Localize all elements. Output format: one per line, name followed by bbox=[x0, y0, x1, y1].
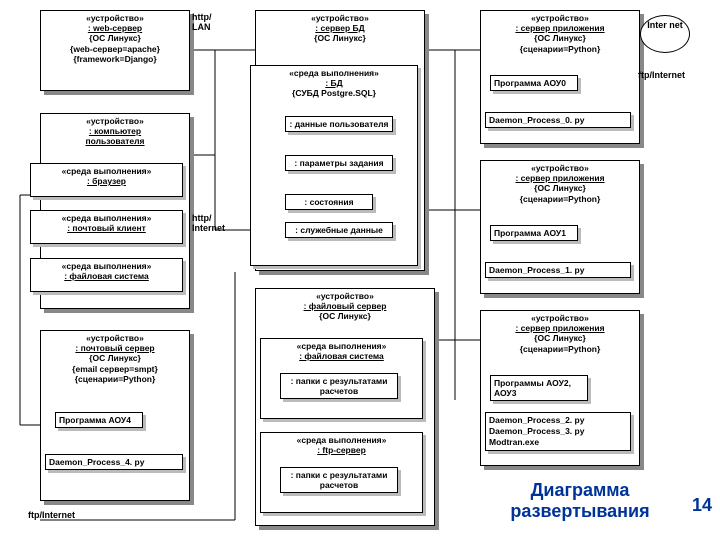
db-env-name: : БД bbox=[325, 78, 342, 88]
prog-aou4-label: Программа АОУ4 bbox=[59, 415, 131, 425]
file-name: : файловый сервер bbox=[304, 301, 387, 311]
db-name: : сервер БД bbox=[315, 23, 364, 33]
user-fs-name: : файловая система bbox=[64, 271, 149, 281]
ftp-internet-label-1: ftp/Internet bbox=[638, 70, 685, 80]
mail-name: : почтовый сервер bbox=[75, 343, 154, 353]
db-art2: : параметры задания bbox=[285, 155, 393, 171]
browser-env: «среда выполнения» : браузер bbox=[30, 163, 183, 197]
file-art1: : папки с результатами расчетов bbox=[280, 373, 398, 399]
db-env-stereo: «среда выполнения» bbox=[254, 68, 414, 78]
db-art3-t: : состояния bbox=[304, 197, 353, 207]
modtran-t: Modtran.exe bbox=[489, 437, 627, 448]
file-fs-name: : файловая система bbox=[299, 351, 384, 361]
page-number: 14 bbox=[692, 495, 712, 516]
daemon4: Daemon_Process_4. py bbox=[45, 454, 183, 470]
web-stereo: «устройство» bbox=[45, 13, 185, 23]
daemon1: Daemon_Process_1. py bbox=[485, 262, 631, 278]
file-ftp-name: : ftp-сервер bbox=[317, 445, 366, 455]
prog-aou23-t: Программы АОУ2, АОУ3 bbox=[494, 378, 571, 398]
mailclient-name: : почтовый клиент bbox=[67, 223, 146, 233]
file-stereo: «устройство» bbox=[260, 291, 430, 301]
prog-aou0: Программа АОУ0 bbox=[490, 75, 578, 91]
file-art2: : папки с результатами расчетов bbox=[280, 467, 398, 493]
diagram-title: Диаграмма развертывания bbox=[480, 480, 680, 522]
internet-label: Inter net bbox=[647, 20, 683, 30]
prog-aou4: Программа АОУ4 bbox=[55, 412, 143, 428]
mail-stereo: «устройство» bbox=[45, 333, 185, 343]
prog-aou1: Программа АОУ1 bbox=[490, 225, 578, 241]
browser-stereo: «среда выполнения» bbox=[34, 166, 179, 176]
prog-aou0-t: Программа АОУ0 bbox=[494, 78, 566, 88]
file-ftp-stereo: «среда выполнения» bbox=[264, 435, 419, 445]
app2-tag1: {ОС Линукс} bbox=[485, 333, 635, 343]
user-name2: пользователя bbox=[85, 136, 144, 146]
mail-tag2: {email сервер=smpt} bbox=[45, 364, 185, 374]
file-tag1: {ОС Линукс} bbox=[260, 311, 430, 321]
prog-aou1-t: Программа АОУ1 bbox=[494, 228, 566, 238]
http-lan-label: http/ LAN bbox=[192, 12, 232, 32]
daemon3-t: Daemon_Process_3. py bbox=[489, 426, 627, 437]
db-art1: : данные пользователя bbox=[285, 116, 393, 132]
user-stereo: «устройство» bbox=[45, 116, 185, 126]
db-art4: : служебные данные bbox=[285, 222, 393, 238]
daemon0: Daemon_Process_0. py bbox=[485, 112, 631, 128]
daemon1-t: Daemon_Process_1. py bbox=[489, 265, 584, 275]
user-fs-stereo: «среда выполнения» bbox=[34, 261, 179, 271]
mailclient-stereo: «среда выполнения» bbox=[34, 213, 179, 223]
daemon0-t: Daemon_Process_0. py bbox=[489, 115, 584, 125]
app1-tag2: {сценарии=Python} bbox=[485, 194, 635, 204]
app1-tag1: {ОС Линукс} bbox=[485, 183, 635, 193]
web-tag1: {ОС Линукс} bbox=[45, 33, 185, 43]
db-art1-t: : данные пользователя bbox=[290, 119, 389, 129]
internet-cloud: Inter net bbox=[640, 15, 690, 53]
mail-client-env: «среда выполнения» : почтовый клиент bbox=[30, 210, 183, 244]
app0-stereo: «устройство» bbox=[485, 13, 635, 23]
db-env-tag: {СУБД Postgre.SQL} bbox=[254, 88, 414, 98]
http-internet-label: http/ Internet bbox=[192, 213, 242, 233]
daemon2-t: Daemon_Process_2. py bbox=[489, 415, 627, 426]
user-name1: : компьютер bbox=[89, 126, 141, 136]
db-stereo: «устройство» bbox=[260, 13, 420, 23]
app2-stereo: «устройство» bbox=[485, 313, 635, 323]
prog-aou23: Программы АОУ2, АОУ3 bbox=[490, 375, 588, 401]
browser-name: : браузер bbox=[87, 176, 126, 186]
app1-name: : сервер приложения bbox=[515, 173, 604, 183]
file-art1-t: : папки с результатами расчетов bbox=[291, 376, 388, 396]
app0-tag2: {сценарии=Python} bbox=[485, 44, 635, 54]
app2-name: : сервер приложения bbox=[515, 323, 604, 333]
web-server-node: «устройство» : web-сервер {ОС Линукс} {w… bbox=[40, 10, 190, 91]
user-fs-env: «среда выполнения» : файловая система bbox=[30, 258, 183, 292]
db-art3: : состояния bbox=[285, 194, 373, 210]
file-art2-t: : папки с результатами расчетов bbox=[291, 470, 388, 490]
daemon4-label: Daemon_Process_4. py bbox=[49, 457, 144, 467]
web-tag3: {framework=Django} bbox=[45, 54, 185, 64]
web-name: : web-сервер bbox=[88, 23, 142, 33]
app2-tag2: {сценарии=Python} bbox=[485, 344, 635, 354]
daemons-23: Daemon_Process_2. py Daemon_Process_3. p… bbox=[485, 412, 631, 451]
mail-tag1: {ОС Линукс} bbox=[45, 353, 185, 363]
app0-name: : сервер приложения bbox=[515, 23, 604, 33]
web-tag2: {web-сервер=apache} bbox=[45, 44, 185, 54]
file-fs-stereo: «среда выполнения» bbox=[264, 341, 419, 351]
db-art4-t: : служебные данные bbox=[295, 225, 383, 235]
app1-stereo: «устройство» bbox=[485, 163, 635, 173]
app0-tag1: {ОС Линукс} bbox=[485, 33, 635, 43]
ftp-internet-label-2: ftp/Internet bbox=[28, 510, 75, 520]
db-tag1: {ОС Линукс} bbox=[260, 33, 420, 43]
db-art2-t: : параметры задания bbox=[294, 158, 383, 168]
mail-tag3: {сценарии=Python} bbox=[45, 374, 185, 384]
